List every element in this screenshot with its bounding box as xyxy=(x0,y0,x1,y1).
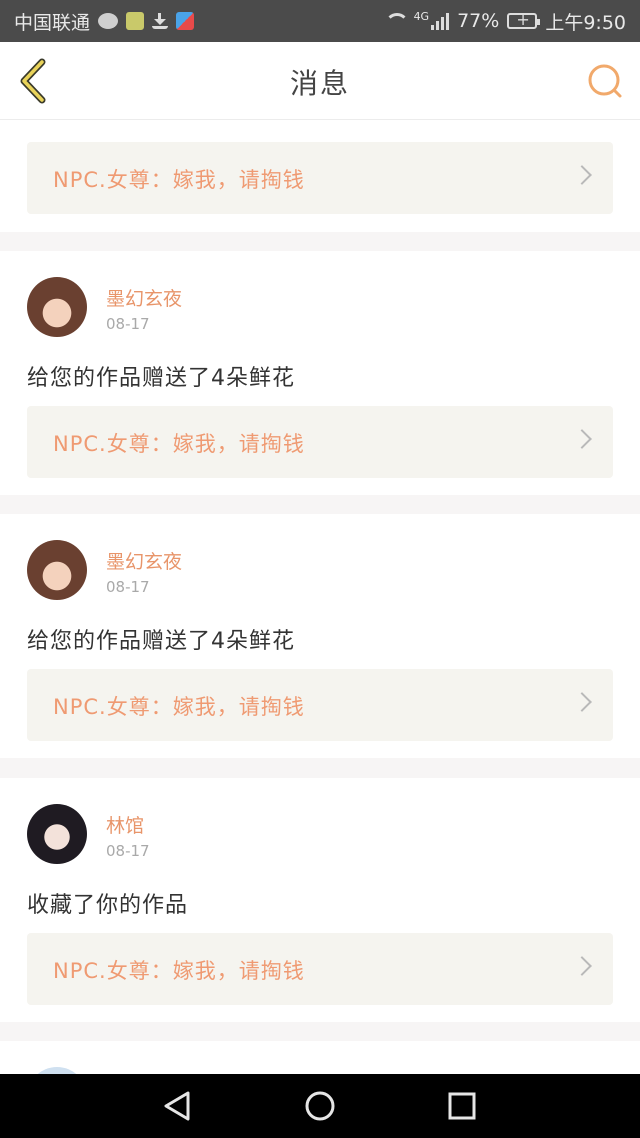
avatar[interactable] xyxy=(27,277,87,337)
circle-home-icon xyxy=(305,1091,335,1121)
message-list[interactable]: NPC.女尊：嫁我，请掏钱 墨幻玄夜 08-17 给您的作品赠送了4朵鲜花 NP… xyxy=(0,120,640,1074)
wechat-icon xyxy=(98,13,119,29)
signal-icon xyxy=(431,12,450,30)
nav-recent-button[interactable] xyxy=(444,1088,480,1124)
quoted-work-link[interactable]: NPC.女尊：嫁我，请掏钱 xyxy=(27,406,613,478)
network-type: 4G xyxy=(413,9,430,23)
chevron-right-icon xyxy=(572,956,592,976)
system-nav-bar xyxy=(0,1074,640,1138)
triangle-back-icon xyxy=(164,1091,190,1121)
quoted-work-link[interactable]: NPC.女尊：嫁我，请掏钱 xyxy=(27,142,613,214)
username[interactable]: 墨幻玄夜 xyxy=(106,284,182,311)
message-card: 墨幻玄夜 08-17 给您的作品赠送了4朵鲜花 NPC.女尊：嫁我，请掏钱 xyxy=(0,251,640,495)
avatar[interactable] xyxy=(27,540,87,600)
square-recent-icon xyxy=(448,1092,476,1120)
quoted-work-text: NPC.女尊：嫁我，请掏钱 xyxy=(53,168,305,192)
message-card: 林馆 08-17 收藏了你的作品 NPC.女尊：嫁我，请掏钱 xyxy=(0,778,640,1022)
quoted-work-link[interactable]: NPC.女尊：嫁我，请掏钱 xyxy=(27,933,613,1005)
search-button[interactable] xyxy=(586,62,624,100)
quoted-work-link[interactable]: NPC.女尊：嫁我，请掏钱 xyxy=(27,669,613,741)
download-icon xyxy=(152,13,169,29)
app-header: 消息 xyxy=(0,42,640,120)
battery-icon xyxy=(507,10,541,29)
username[interactable]: 林馆 xyxy=(106,811,144,838)
message-text: 给您的作品赠送了4朵鲜花 xyxy=(27,629,295,654)
page-title: 消息 xyxy=(289,67,350,100)
battery-percent: 77% xyxy=(457,10,500,32)
quoted-work-text: NPC.女尊：嫁我，请掏钱 xyxy=(53,959,305,983)
message-date: 08-17 xyxy=(106,578,150,596)
clock: 上午9:50 xyxy=(545,11,626,34)
username[interactable]: 墨幻玄夜 xyxy=(106,547,182,574)
nav-back-button[interactable] xyxy=(160,1088,196,1124)
message-card xyxy=(0,1041,640,1074)
video-app-icon xyxy=(176,12,195,30)
search-icon xyxy=(588,64,622,98)
message-card: NPC.女尊：嫁我，请掏钱 xyxy=(0,120,640,232)
message-text: 收藏了你的作品 xyxy=(27,893,189,918)
chevron-right-icon xyxy=(572,429,592,449)
status-bar: 中国联通 4G 77% 上午9:50 xyxy=(0,0,640,42)
avatar[interactable] xyxy=(27,804,87,864)
chevron-right-icon xyxy=(572,692,592,712)
message-text: 给您的作品赠送了4朵鲜花 xyxy=(27,366,295,391)
quoted-work-text: NPC.女尊：嫁我，请掏钱 xyxy=(53,695,305,719)
message-card: 墨幻玄夜 08-17 给您的作品赠送了4朵鲜花 NPC.女尊：嫁我，请掏钱 xyxy=(0,514,640,758)
avatar[interactable] xyxy=(27,1067,87,1074)
message-date: 08-17 xyxy=(106,842,150,860)
nav-home-button[interactable] xyxy=(302,1088,338,1124)
message-date: 08-17 xyxy=(106,315,150,333)
app-notification-icon xyxy=(126,12,145,30)
quoted-work-text: NPC.女尊：嫁我，请掏钱 xyxy=(53,432,305,456)
wifi-icon xyxy=(384,13,409,29)
chevron-right-icon xyxy=(572,165,592,185)
carrier-label: 中国联通 xyxy=(14,11,91,34)
